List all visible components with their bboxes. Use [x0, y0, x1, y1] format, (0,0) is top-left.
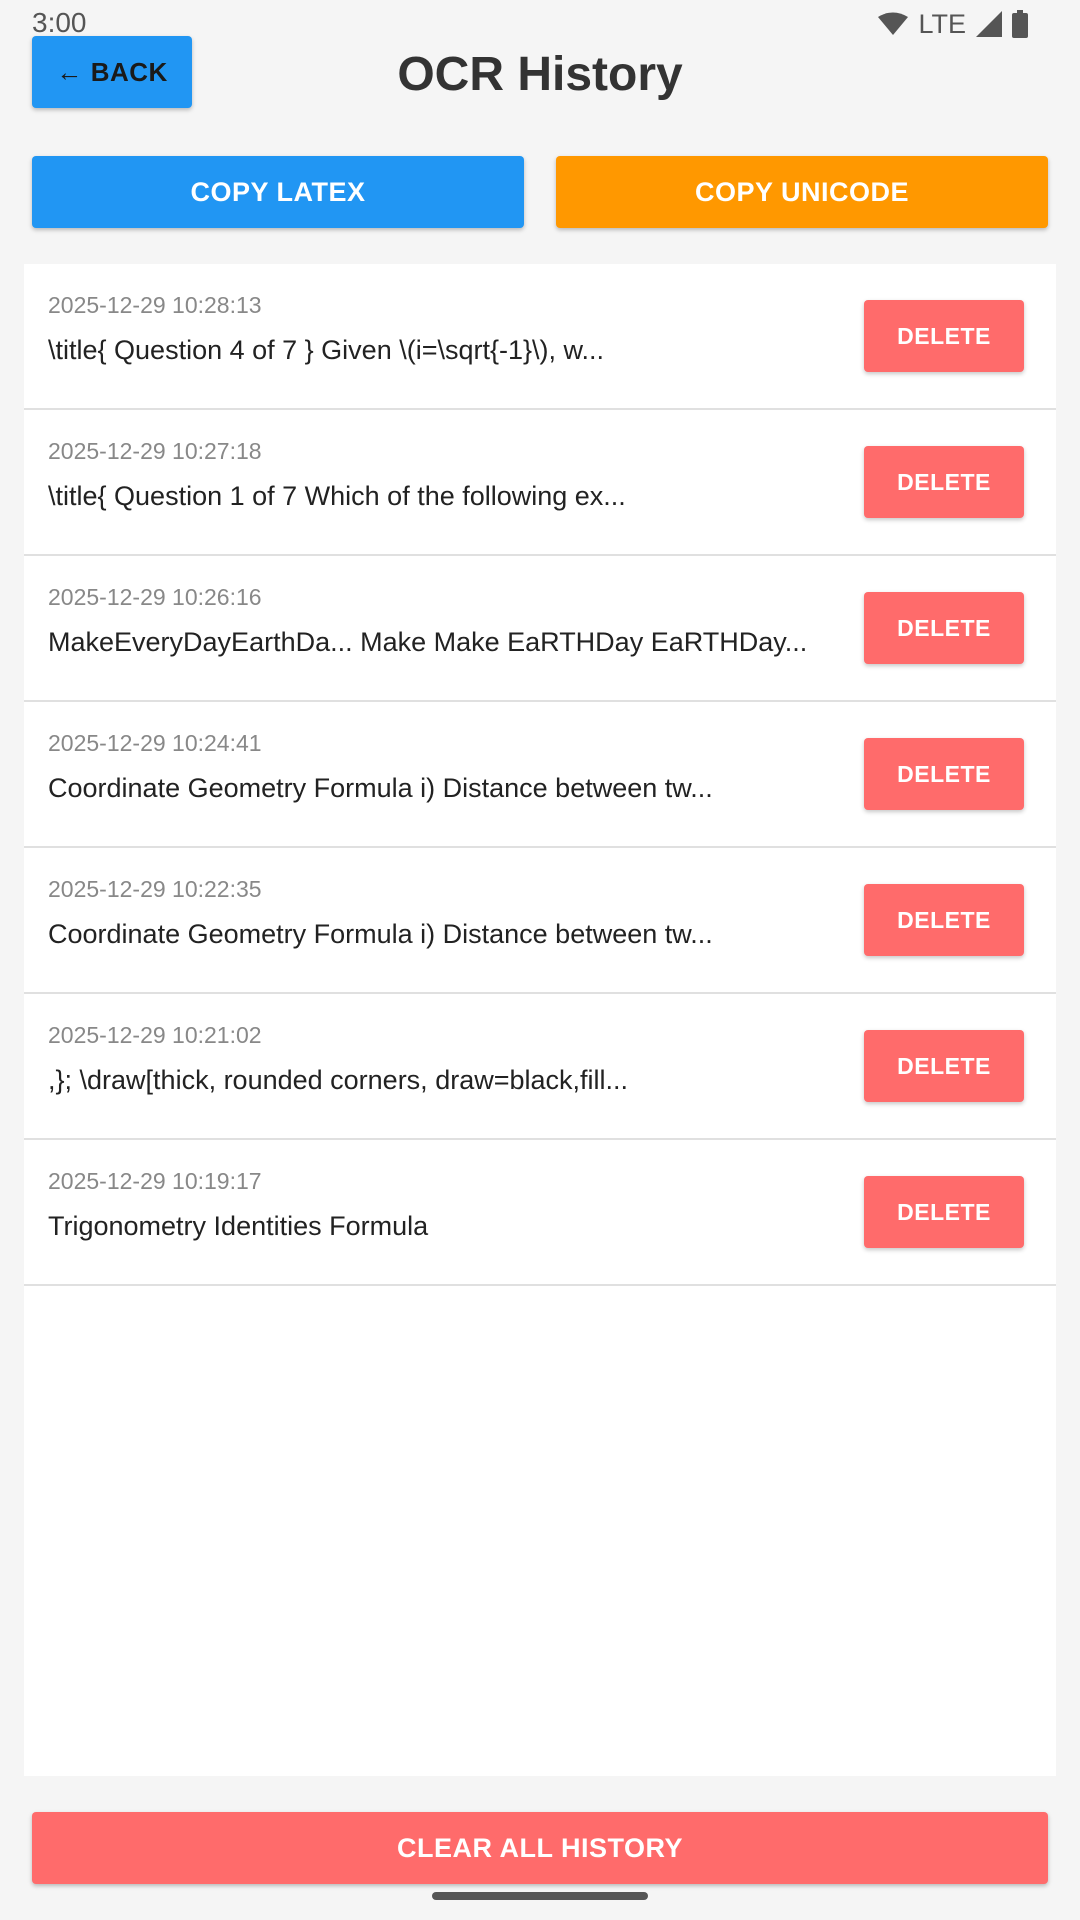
status-icons: LTE [878, 8, 1028, 40]
history-item-text: Coordinate Geometry Formula i) Distance … [48, 773, 713, 803]
delete-button[interactable]: DELETE [864, 884, 1024, 956]
network-type: LTE [918, 9, 966, 39]
delete-button[interactable]: DELETE [864, 300, 1024, 372]
copy-latex-button[interactable]: COPY LATEX [32, 156, 524, 228]
history-item-timestamp: 2025-12-29 10:26:16 [48, 584, 262, 610]
delete-button[interactable]: DELETE [864, 738, 1024, 810]
copy-unicode-button[interactable]: COPY UNICODE [556, 156, 1048, 228]
cellular-signal-icon [976, 11, 1002, 37]
history-item[interactable]: 2025-12-29 10:28:13 \title{ Question 4 o… [24, 264, 1056, 410]
history-item[interactable]: 2025-12-29 10:21:02 ,}; \draw[thick, rou… [24, 994, 1056, 1140]
history-item-timestamp: 2025-12-29 10:27:18 [48, 438, 262, 464]
delete-button[interactable]: DELETE [864, 1176, 1024, 1248]
history-item-timestamp: 2025-12-29 10:21:02 [48, 1022, 262, 1048]
history-item[interactable]: 2025-12-29 10:19:17 Trigonometry Identit… [24, 1140, 1056, 1286]
status-time: 3:00 [32, 7, 87, 38]
history-item[interactable]: 2025-12-29 10:24:41 Coordinate Geometry … [24, 702, 1056, 848]
history-item[interactable]: 2025-12-29 10:26:16 MakeEveryDayEarthDa.… [24, 556, 1056, 702]
delete-button[interactable]: DELETE [864, 446, 1024, 518]
delete-button[interactable]: DELETE [864, 1030, 1024, 1102]
history-item-timestamp: 2025-12-29 10:22:35 [48, 876, 262, 902]
history-item-text: ,}; \draw[thick, rounded corners, draw=b… [48, 1065, 629, 1095]
history-item-text: Coordinate Geometry Formula i) Distance … [48, 919, 713, 949]
history-item-text: \title{ Question 1 of 7 Which of the fol… [48, 481, 626, 511]
history-item[interactable]: 2025-12-29 10:22:35 Coordinate Geometry … [24, 848, 1056, 994]
history-item-text: \title{ Question 4 of 7 } Given \(i=\sqr… [48, 335, 605, 365]
history-item-timestamp: 2025-12-29 10:28:13 [48, 292, 262, 318]
battery-icon [1012, 10, 1028, 38]
history-item-timestamp: 2025-12-29 10:24:41 [48, 730, 262, 756]
back-arrow-icon: ← [56, 56, 83, 87]
history-item[interactable]: 2025-12-29 10:27:18 \title{ Question 1 o… [24, 410, 1056, 556]
history-list[interactable]: 2025-12-29 10:28:13 \title{ Question 4 o… [24, 264, 1056, 1776]
back-button-label: BACK [90, 56, 168, 87]
history-item-text: Trigonometry Identities Formula [48, 1211, 429, 1241]
home-indicator[interactable] [432, 1892, 648, 1900]
back-button[interactable]: ← BACK [32, 36, 192, 108]
wifi-icon [878, 12, 909, 36]
history-item-timestamp: 2025-12-29 10:19:17 [48, 1168, 262, 1194]
clear-all-history-button[interactable]: CLEAR ALL HISTORY [32, 1812, 1048, 1884]
ocr-history-screen: 3:00 LTE ← BACK OCR History COPY LATEX C… [0, 0, 1080, 1920]
history-item-text: MakeEveryDayEarthDa... Make Make EaRTHDa… [48, 627, 808, 657]
copy-actions: COPY LATEX COPY UNICODE [32, 156, 1048, 228]
delete-button[interactable]: DELETE [864, 592, 1024, 664]
